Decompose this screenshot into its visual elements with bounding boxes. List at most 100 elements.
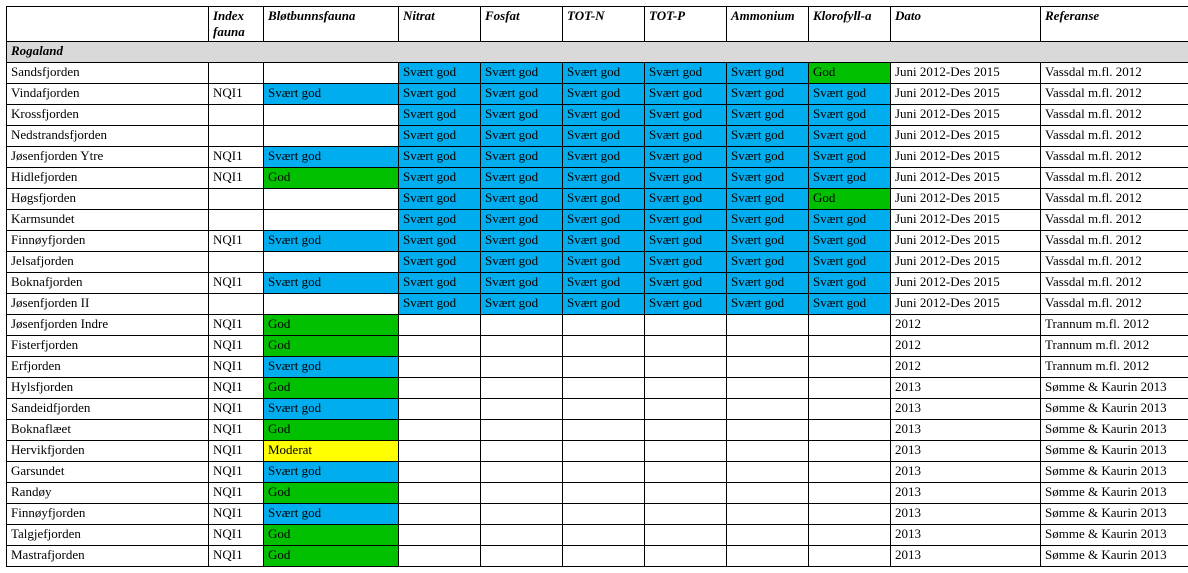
cell-fauna: God <box>264 546 399 567</box>
cell-ref: Vassdal m.fl. 2012 <box>1041 231 1188 252</box>
cell-fauna: God <box>264 420 399 441</box>
cell-p2: Svært god <box>563 63 645 84</box>
cell-ref: Sømme & Kaurin 2013 <box>1041 483 1188 504</box>
cell-p5 <box>809 441 891 462</box>
cell-p5: Svært god <box>809 231 891 252</box>
cell-name: Erfjorden <box>7 357 209 378</box>
cell-p0: Svært god <box>399 126 481 147</box>
table-row: VindafjordenNQI1Svært godSvært godSvært … <box>7 84 1188 105</box>
cell-p3: Svært god <box>645 252 727 273</box>
cell-index: NQI1 <box>209 168 264 189</box>
cell-dato: 2013 <box>891 378 1041 399</box>
table-row: FisterfjordenNQI1God2012Trannum m.fl. 20… <box>7 336 1188 357</box>
cell-index: NQI1 <box>209 147 264 168</box>
cell-name: Jelsafjorden <box>7 252 209 273</box>
cell-p0: Svært god <box>399 168 481 189</box>
cell-index <box>209 126 264 147</box>
cell-p0: Svært god <box>399 63 481 84</box>
cell-index <box>209 294 264 315</box>
table-row: SandsfjordenSvært godSvært godSvært godS… <box>7 63 1188 84</box>
cell-fauna: Svært god <box>264 231 399 252</box>
cell-p3 <box>645 504 727 525</box>
cell-p3: Svært god <box>645 147 727 168</box>
header-p3: TOT-P <box>645 7 727 42</box>
cell-dato: 2013 <box>891 546 1041 567</box>
cell-ref: Sømme & Kaurin 2013 <box>1041 399 1188 420</box>
cell-p4 <box>727 315 809 336</box>
cell-p2 <box>563 462 645 483</box>
cell-index: NQI1 <box>209 525 264 546</box>
cell-dato: 2013 <box>891 483 1041 504</box>
cell-index: NQI1 <box>209 336 264 357</box>
cell-dato: 2013 <box>891 441 1041 462</box>
table-row: FinnøyfjordenNQI1Svært god2013Sømme & Ka… <box>7 504 1188 525</box>
cell-p2: Svært god <box>563 273 645 294</box>
cell-index: NQI1 <box>209 315 264 336</box>
cell-p3 <box>645 378 727 399</box>
cell-p4: Svært god <box>727 147 809 168</box>
header-ref: Referanse <box>1041 7 1188 42</box>
header-p5: Klorofyll-a <box>809 7 891 42</box>
cell-fauna <box>264 126 399 147</box>
cell-p4 <box>727 357 809 378</box>
cell-index <box>209 210 264 231</box>
status-table: Index fauna Bløtbunnsfauna Nitrat Fosfat… <box>6 6 1188 567</box>
cell-fauna: God <box>264 483 399 504</box>
table-row: MastrafjordenNQI1God2013Sømme & Kaurin 2… <box>7 546 1188 567</box>
cell-p5: Svært god <box>809 168 891 189</box>
cell-p0: Svært god <box>399 273 481 294</box>
cell-p4 <box>727 504 809 525</box>
cell-p4 <box>727 525 809 546</box>
cell-p1: Svært god <box>481 294 563 315</box>
cell-dato: Juni 2012-Des 2015 <box>891 105 1041 126</box>
cell-p1: Svært god <box>481 126 563 147</box>
cell-p4 <box>727 546 809 567</box>
cell-p3: Svært god <box>645 294 727 315</box>
cell-fauna <box>264 63 399 84</box>
cell-p1 <box>481 336 563 357</box>
cell-p3 <box>645 420 727 441</box>
cell-ref: Sømme & Kaurin 2013 <box>1041 378 1188 399</box>
header-p1: Fosfat <box>481 7 563 42</box>
cell-p5: Svært god <box>809 294 891 315</box>
cell-ref: Sømme & Kaurin 2013 <box>1041 462 1188 483</box>
cell-dato: 2012 <box>891 336 1041 357</box>
cell-ref: Vassdal m.fl. 2012 <box>1041 273 1188 294</box>
cell-index <box>209 252 264 273</box>
cell-p1 <box>481 420 563 441</box>
cell-name: Mastrafjorden <box>7 546 209 567</box>
cell-name: Finnøyfjorden <box>7 231 209 252</box>
cell-p1: Svært god <box>481 84 563 105</box>
cell-ref: Vassdal m.fl. 2012 <box>1041 210 1188 231</box>
cell-p5: Svært god <box>809 147 891 168</box>
cell-ref: Vassdal m.fl. 2012 <box>1041 294 1188 315</box>
cell-ref: Sømme & Kaurin 2013 <box>1041 504 1188 525</box>
table-row: HervikfjordenNQI1Moderat2013Sømme & Kaur… <box>7 441 1188 462</box>
header-p0: Nitrat <box>399 7 481 42</box>
cell-p5: Svært god <box>809 84 891 105</box>
cell-ref: Sømme & Kaurin 2013 <box>1041 525 1188 546</box>
cell-dato: Juni 2012-Des 2015 <box>891 126 1041 147</box>
cell-index: NQI1 <box>209 357 264 378</box>
table-row: GarsundetNQI1Svært god2013Sømme & Kaurin… <box>7 462 1188 483</box>
cell-p1 <box>481 378 563 399</box>
region-row: Rogaland <box>7 42 1188 63</box>
cell-index: NQI1 <box>209 441 264 462</box>
cell-p4 <box>727 483 809 504</box>
cell-fauna: God <box>264 525 399 546</box>
cell-p0: Svært god <box>399 210 481 231</box>
cell-index: NQI1 <box>209 399 264 420</box>
cell-p3 <box>645 462 727 483</box>
cell-p3 <box>645 357 727 378</box>
cell-p0: Svært god <box>399 84 481 105</box>
cell-p1: Svært god <box>481 147 563 168</box>
cell-name: Karmsundet <box>7 210 209 231</box>
cell-p3: Svært god <box>645 273 727 294</box>
cell-p1: Svært god <box>481 210 563 231</box>
cell-p4: Svært god <box>727 126 809 147</box>
table-row: JelsafjordenSvært godSvært godSvært godS… <box>7 252 1188 273</box>
cell-dato: Juni 2012-Des 2015 <box>891 252 1041 273</box>
table-row: Jøsenfjorden YtreNQI1Svært godSvært godS… <box>7 147 1188 168</box>
cell-ref: Vassdal m.fl. 2012 <box>1041 105 1188 126</box>
cell-p3 <box>645 315 727 336</box>
